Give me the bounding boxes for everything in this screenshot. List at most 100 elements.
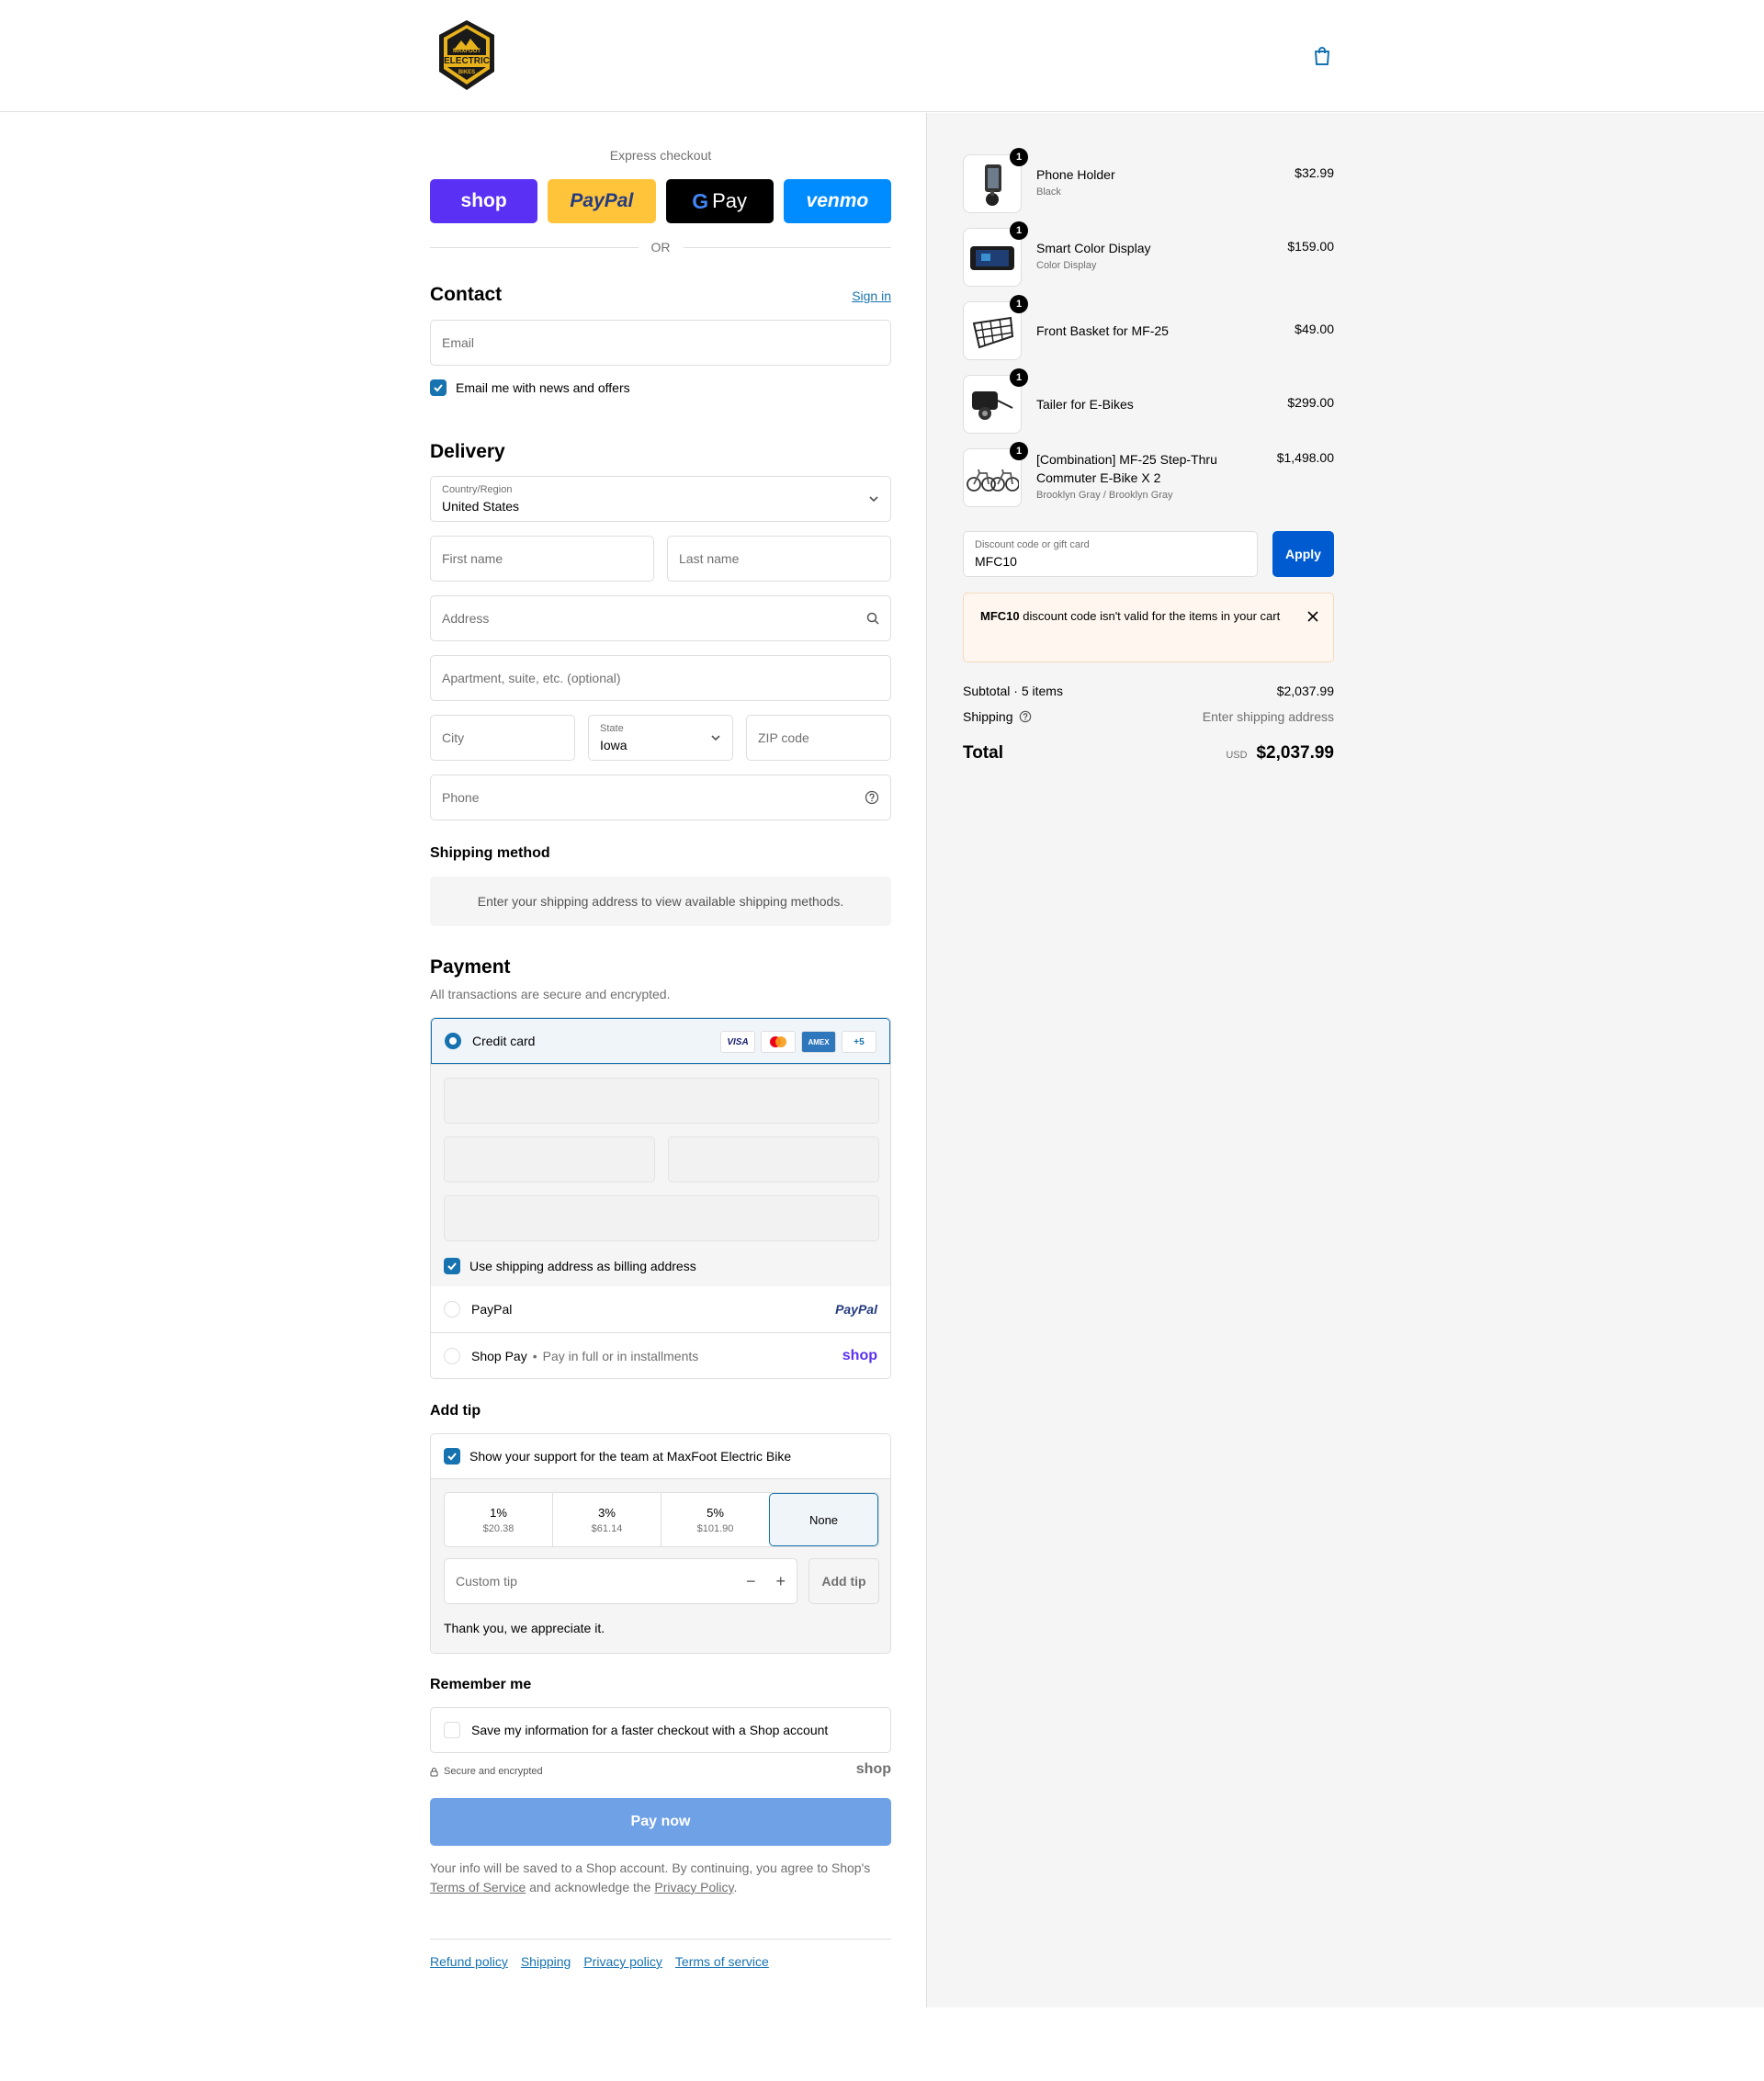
checkmark-icon: [447, 1262, 457, 1271]
paypal-option[interactable]: PayPal PayPal: [431, 1286, 890, 1332]
help-icon[interactable]: [865, 790, 879, 805]
address-field[interactable]: Address: [430, 595, 891, 641]
refund-policy-link[interactable]: Refund policy: [430, 1954, 508, 1969]
cart-item: 1 Smart Color Display Color Display $159…: [963, 221, 1334, 287]
first-name-placeholder: First name: [442, 551, 503, 566]
product-thumbnail: 1: [963, 442, 1028, 507]
shop-pay-subtitle: Pay in full or in installments: [542, 1348, 699, 1363]
credit-card-radio[interactable]: [445, 1033, 461, 1049]
name-on-card-field[interactable]: [444, 1195, 879, 1241]
zip-field[interactable]: ZIP code: [746, 715, 891, 761]
shop-pay-radio[interactable]: [444, 1347, 460, 1364]
shop-pay-option[interactable]: Shop Pay • Pay in full or in installment…: [431, 1332, 890, 1378]
custom-tip-field[interactable]: Custom tip − +: [444, 1558, 797, 1604]
store-logo[interactable]: MAXFOOT ELECTRIC BIKES: [435, 18, 498, 92]
paypal-radio[interactable]: [444, 1301, 460, 1318]
sign-in-link[interactable]: Sign in: [852, 288, 891, 303]
tip-support-checkbox[interactable]: [444, 1448, 460, 1465]
total-row: Total USD $2,037.99: [963, 743, 1334, 763]
tip-support-label: Show your support for the team at MaxFoo…: [469, 1449, 792, 1464]
add-tip-button[interactable]: Add tip: [808, 1558, 879, 1604]
newsletter-row[interactable]: Email me with news and offers: [430, 379, 630, 396]
lock-icon: [430, 1767, 438, 1776]
apartment-field[interactable]: Apartment, suite, etc. (optional): [430, 655, 891, 701]
pay-now-button[interactable]: Pay now: [430, 1798, 891, 1846]
city-field[interactable]: City: [430, 715, 575, 761]
tip-support-row[interactable]: Show your support for the team at MaxFoo…: [431, 1434, 890, 1478]
expiration-field[interactable]: [444, 1137, 655, 1182]
discount-code-field[interactable]: Discount code or gift card MFC10: [963, 531, 1258, 577]
secure-label: Secure and encrypted: [444, 1766, 543, 1777]
cart-item: 1 Front Basket for MF-25 $49.00: [963, 295, 1334, 360]
last-name-field[interactable]: Last name: [667, 536, 891, 582]
country-select[interactable]: Country/Region United States: [430, 476, 891, 522]
item-price: $32.99: [1295, 165, 1334, 180]
billing-same-checkbox[interactable]: [444, 1258, 460, 1274]
remember-me-row[interactable]: Save my information for a faster checkou…: [430, 1707, 891, 1753]
minus-icon[interactable]: −: [746, 1572, 756, 1591]
close-icon[interactable]: [1307, 608, 1318, 628]
subtotal-label: Subtotal · 5 items: [963, 684, 1063, 698]
contact-heading: Contact: [430, 284, 503, 305]
tip-option-1[interactable]: 1% $20.38: [445, 1493, 552, 1546]
checkmark-icon: [447, 1453, 457, 1461]
security-code-field[interactable]: [668, 1137, 879, 1182]
cart-button[interactable]: [1310, 44, 1334, 68]
shipping-method-heading: Shipping method: [430, 845, 550, 861]
footer-links: Refund policy Shipping Privacy policy Te…: [430, 1954, 769, 1969]
privacy-policy-link[interactable]: Privacy Policy: [654, 1880, 733, 1894]
terms-of-service-footer-link[interactable]: Terms of service: [675, 1954, 769, 1969]
tip-option-3[interactable]: 3% $61.14: [552, 1493, 661, 1546]
subtotal-row: Subtotal · 5 items $2,037.99: [963, 684, 1334, 698]
terms-of-service-link[interactable]: Terms of Service: [430, 1880, 526, 1894]
state-label: State: [600, 723, 624, 734]
express-checkout-title: Express checkout: [609, 148, 712, 163]
card-details-form: Use shipping address as billing address: [431, 1064, 890, 1286]
newsletter-checkbox[interactable]: [430, 379, 447, 396]
apply-discount-button[interactable]: Apply: [1272, 531, 1334, 577]
mastercard-icon: [761, 1031, 796, 1053]
shipping-policy-link[interactable]: Shipping: [521, 1954, 571, 1969]
item-variant: Brooklyn Gray / Brooklyn Gray: [1036, 490, 1173, 501]
privacy-policy-footer-link[interactable]: Privacy policy: [583, 1954, 662, 1969]
apartment-placeholder: Apartment, suite, etc. (optional): [442, 671, 621, 685]
plus-icon[interactable]: +: [775, 1572, 786, 1591]
tip-percent: 1%: [490, 1505, 507, 1520]
tip-stepper: − +: [746, 1572, 786, 1591]
logo-text-main: ELECTRIC: [444, 56, 490, 66]
help-icon[interactable]: [1019, 710, 1032, 723]
credit-card-option[interactable]: Credit card VISA AMEX +5: [431, 1018, 890, 1064]
phone-placeholder: Phone: [442, 790, 480, 805]
remember-me-label: Save my information for a faster checkou…: [471, 1723, 829, 1737]
discount-label: Discount code or gift card: [975, 539, 1090, 550]
google-pay-button[interactable]: G Pay: [665, 179, 774, 223]
remember-me-heading: Remember me: [430, 1677, 532, 1692]
card-number-field[interactable]: [444, 1078, 879, 1124]
tip-amount: $61.14: [591, 1522, 623, 1534]
tip-option-none[interactable]: None: [769, 1493, 878, 1546]
zip-placeholder: ZIP code: [758, 730, 809, 745]
billing-same-row[interactable]: Use shipping address as billing address: [444, 1258, 696, 1274]
state-value: Iowa: [600, 738, 628, 752]
discount-value: MFC10: [975, 554, 1017, 569]
address-placeholder: Address: [442, 611, 490, 626]
visa-icon: VISA: [720, 1031, 755, 1053]
country-label: Country/Region: [442, 484, 513, 495]
item-name: Front Basket for MF-25: [1036, 323, 1169, 338]
remember-me-checkbox[interactable]: [444, 1722, 460, 1738]
state-select[interactable]: State Iowa: [588, 715, 733, 761]
paypal-button[interactable]: PayPal: [548, 179, 656, 223]
color-display-image: [970, 246, 1014, 270]
shipping-row: Shipping Enter shipping address: [963, 709, 1334, 724]
email-field[interactable]: Email: [430, 320, 891, 366]
currency-label: USD: [1226, 750, 1248, 761]
phone-field[interactable]: Phone: [430, 775, 891, 820]
shop-pay-logo-icon: shop: [842, 1347, 877, 1363]
tip-heading: Add tip: [430, 1403, 481, 1419]
search-icon: [866, 612, 879, 625]
tip-option-5[interactable]: 5% $101.90: [661, 1493, 769, 1546]
payment-methods: Credit card VISA AMEX +5 Use shipping ad…: [430, 1017, 891, 1379]
shop-pay-button[interactable]: shop: [430, 179, 538, 223]
venmo-button[interactable]: venmo: [783, 179, 891, 223]
first-name-field[interactable]: First name: [430, 536, 654, 582]
